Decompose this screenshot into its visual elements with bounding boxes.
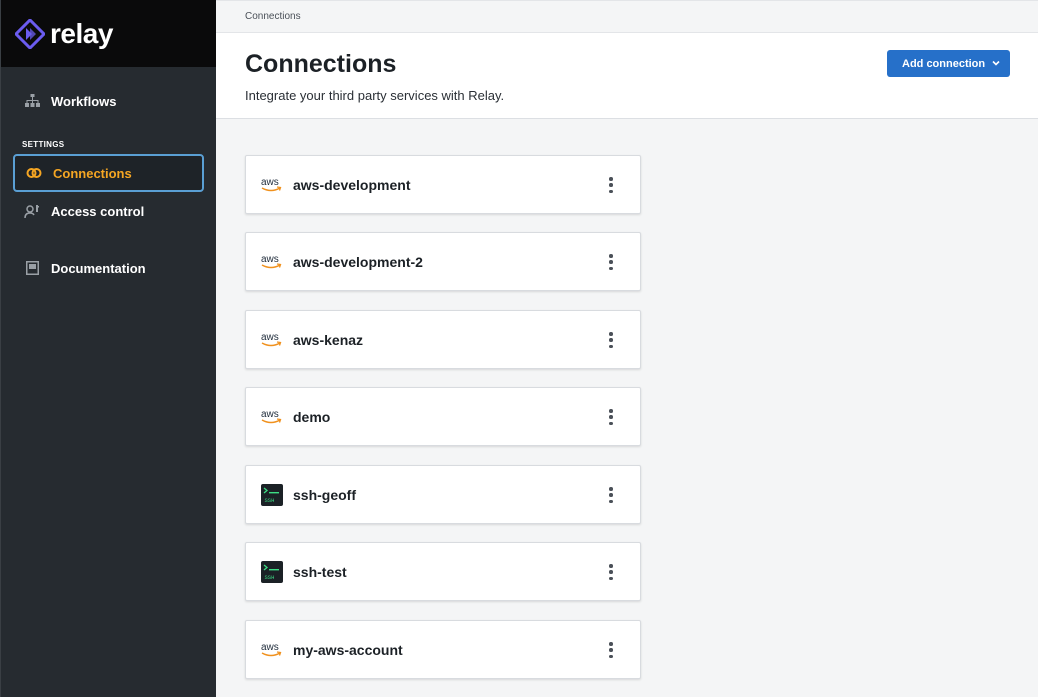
connection-card-demo[interactable]: aws demo [245,387,641,446]
connection-name: my-aws-account [293,641,403,658]
ssh-terminal-icon: SSH [260,483,283,506]
add-connection-button[interactable]: Add connection [887,50,1010,77]
aws-text: aws [261,332,279,343]
connection-name: ssh-geoff [293,486,356,503]
page-title: Connections [245,50,397,78]
brand-header[interactable]: relay [1,0,216,67]
connections-link-icon [26,165,42,181]
sidebar-item-label: Documentation [51,260,146,276]
sidebar-item-connections[interactable]: Connections [13,154,204,192]
connection-name: ssh-test [293,563,347,580]
sidebar-item-access-control[interactable]: Access control [13,192,204,230]
page-subtitle: Integrate your third party services with… [245,88,505,103]
add-connection-label: Add connection [902,57,986,70]
more-options-icon[interactable] [606,642,616,658]
connection-card-ssh-geoff[interactable]: SSH ssh-geoff [245,465,641,524]
aws-icon: aws [260,405,283,428]
connection-card-aws-development[interactable]: aws aws-development [245,155,641,214]
connection-name: aws-development-2 [293,253,423,270]
aws-text: aws [261,254,279,265]
sidebar: relay Workflows SETTINGS Connections Acc… [0,0,216,697]
connection-name: aws-development [293,176,411,193]
brand-name: relay [50,17,113,49]
user-key-icon [24,203,40,219]
more-options-icon[interactable] [606,332,616,348]
workflow-tree-icon [24,93,40,109]
connection-card-ssh-test[interactable]: SSH ssh-test [245,542,641,601]
relay-logo-icon [15,18,45,49]
sidebar-item-label: Access control [51,203,145,219]
chevron-down-icon [992,60,1000,66]
ssh-text: SSH [264,574,274,581]
aws-text: aws [261,409,279,420]
connection-card-aws-kenaz[interactable]: aws aws-kenaz [245,310,641,369]
settings-section-label: SETTINGS [22,140,65,149]
connection-card-aws-development-2[interactable]: aws aws-development-2 [245,232,641,291]
book-icon [24,260,40,276]
aws-text: aws [261,177,279,188]
main-content: Connections Connections Integrate your t… [216,0,1038,697]
page-header: Connections Integrate your third party s… [216,33,1038,119]
aws-icon: aws [260,173,283,196]
sidebar-item-workflows[interactable]: Workflows [13,82,204,120]
aws-icon: aws [260,328,283,351]
connection-card-my-aws-account[interactable]: aws my-aws-account [245,620,641,679]
connection-name: demo [293,408,331,425]
more-options-icon[interactable] [606,564,616,580]
ssh-terminal-icon: SSH [260,560,283,583]
aws-text: aws [261,642,279,653]
more-options-icon[interactable] [606,487,616,503]
sidebar-item-label: Workflows [51,93,117,109]
more-options-icon[interactable] [606,177,616,193]
app-window: relay Workflows SETTINGS Connections Acc… [0,0,1038,697]
sidebar-item-label: Connections [53,165,132,181]
breadcrumb-bar: Connections [216,0,1038,33]
more-options-icon[interactable] [606,409,616,425]
connection-name: aws-kenaz [293,331,364,348]
ssh-text: SSH [264,497,274,504]
more-options-icon[interactable] [606,254,616,270]
breadcrumb[interactable]: Connections [245,11,301,22]
aws-icon: aws [260,250,283,273]
aws-icon: aws [260,638,283,661]
sidebar-item-documentation[interactable]: Documentation [13,249,204,287]
